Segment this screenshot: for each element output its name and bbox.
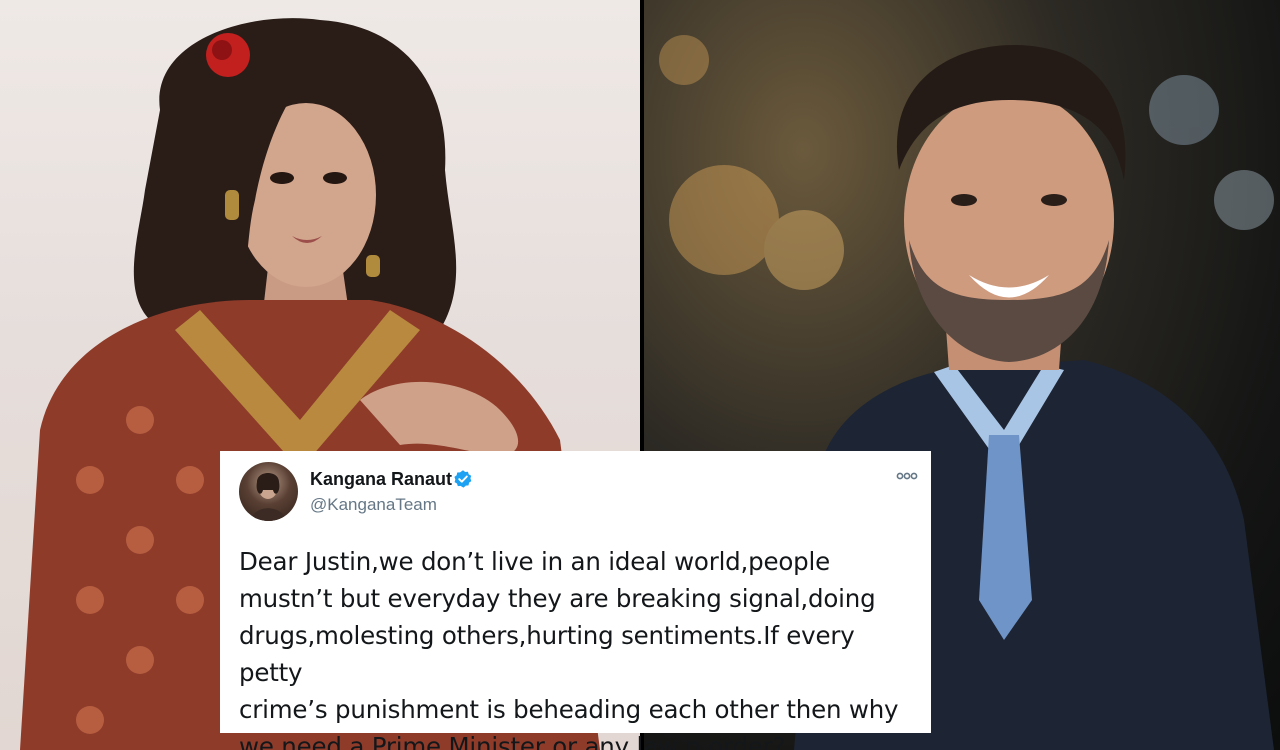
avatar-portrait-icon bbox=[251, 473, 286, 521]
more-options-icon[interactable] bbox=[895, 469, 919, 483]
tweet-line: Dear Justin,we don’t live in an ideal wo… bbox=[239, 547, 830, 576]
avatar[interactable] bbox=[239, 462, 298, 521]
tweet-line: we need a Prime Minister or any law n or… bbox=[239, 732, 786, 750]
tweet-handle[interactable]: @KanganaTeam bbox=[310, 495, 437, 515]
tweet-body: Dear Justin,we don’t live in an ideal wo… bbox=[239, 543, 919, 750]
image-canvas: Kangana Ranaut @KanganaTeam Dear Justin,… bbox=[0, 0, 1280, 750]
tweet-card: Kangana Ranaut @KanganaTeam Dear Justin,… bbox=[220, 451, 931, 750]
verified-badge-icon bbox=[454, 470, 472, 488]
tweet-line: drugs,molesting others,hurting sentiment… bbox=[239, 621, 855, 687]
tweet-author-name[interactable]: Kangana Ranaut bbox=[310, 469, 452, 490]
tweet-line: crime’s punishment is beheading each oth… bbox=[239, 695, 899, 724]
tweet-line: mustn’t but everyday they are breaking s… bbox=[239, 584, 876, 613]
